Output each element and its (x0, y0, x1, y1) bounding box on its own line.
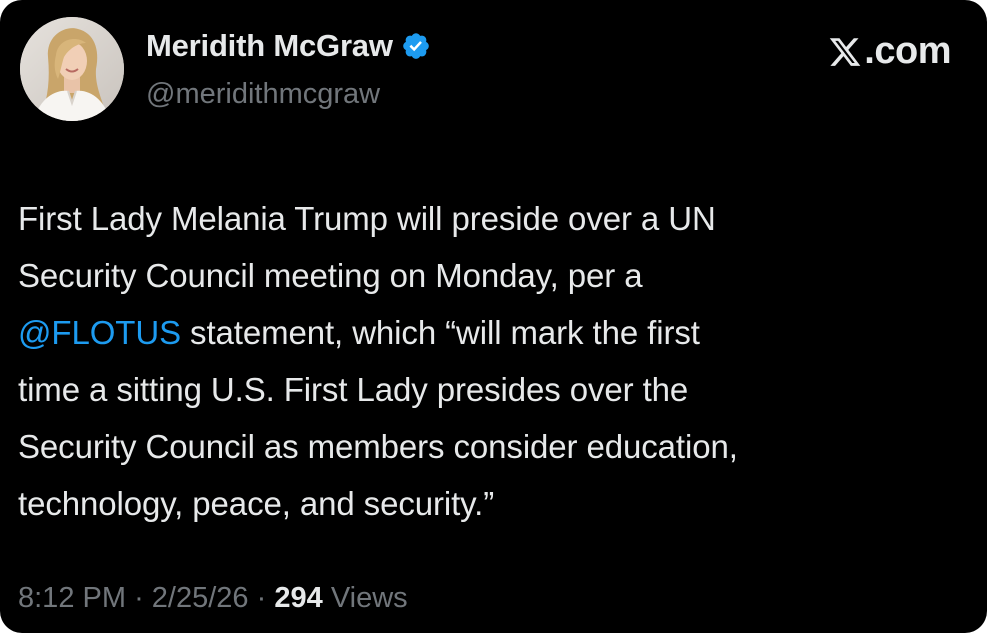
avatar-photo-icon (20, 17, 124, 121)
views-count: 294 (274, 582, 323, 614)
tweet-body: First Lady Melania Trump will preside ov… (18, 190, 958, 532)
tweet-text-segment: technology, peace, and security.” (18, 485, 495, 522)
tweet-line: First Lady Melania Trump will preside ov… (18, 190, 958, 247)
x-logo-icon (828, 35, 862, 69)
author-handle[interactable]: @meridithmcgraw (146, 78, 380, 111)
author-name-row: Meridith McGraw (146, 28, 431, 64)
author-avatar[interactable] (20, 17, 124, 121)
author-display-name[interactable]: Meridith McGraw (146, 28, 393, 64)
brand-watermark: .com (828, 30, 951, 73)
meta-separator: · (256, 582, 267, 614)
tweet-line: Security Council as members consider edu… (18, 418, 958, 475)
tweet-time[interactable]: 8:12 PM (18, 582, 126, 614)
tweet-text-segment: Security Council as members consider edu… (18, 428, 738, 465)
tweet-card: Meridith McGraw @meridithmcgraw .com Fir… (0, 0, 987, 633)
tweet-line: Security Council meeting on Monday, per … (18, 247, 958, 304)
mention-link[interactable]: @FLOTUS (18, 314, 181, 351)
tweet-line: @FLOTUS statement, which “will mark the … (18, 304, 958, 361)
verified-badge-icon (401, 31, 431, 61)
meta-separator: · (134, 582, 144, 614)
tweet-metadata: 8:12 PM · 2/25/26 · 294 Views (18, 582, 408, 615)
tweet-text-segment: Security Council meeting on Monday, per … (18, 257, 643, 294)
tweet-text-segment: statement, which “will mark the first (180, 314, 700, 351)
brand-domain-suffix: .com (864, 30, 951, 72)
tweet-date[interactable]: 2/25/26 (152, 582, 249, 614)
tweet-line: technology, peace, and security.” (18, 475, 958, 532)
tweet-line: time a sitting U.S. First Lady presides … (18, 361, 958, 418)
tweet-text-segment: First Lady Melania Trump will preside ov… (18, 200, 716, 237)
tweet-text-segment: time a sitting U.S. First Lady presides … (18, 371, 689, 408)
views-label: Views (330, 582, 408, 614)
